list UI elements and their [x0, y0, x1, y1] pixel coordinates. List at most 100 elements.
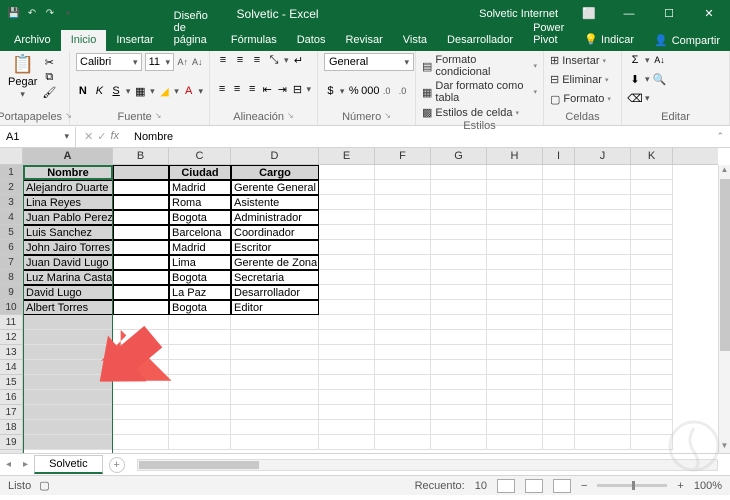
cell[interactable]: [375, 180, 431, 195]
cell[interactable]: [169, 360, 231, 375]
cell[interactable]: [543, 165, 575, 180]
row-header[interactable]: 2: [0, 180, 22, 195]
cell[interactable]: [231, 435, 319, 450]
redo-icon[interactable]: ↷: [42, 6, 58, 22]
cell[interactable]: Alejandro Duarte: [23, 180, 113, 195]
cell[interactable]: [375, 435, 431, 450]
cell[interactable]: [543, 225, 575, 240]
cell[interactable]: Nombre: [23, 165, 113, 180]
horizontal-scrollbar[interactable]: [137, 459, 718, 471]
cell[interactable]: [113, 180, 169, 195]
cell[interactable]: [631, 435, 673, 450]
cell[interactable]: [631, 285, 673, 300]
cell[interactable]: [431, 360, 487, 375]
column-header[interactable]: K: [631, 148, 673, 164]
underline-button[interactable]: S: [109, 84, 123, 98]
row-header[interactable]: 12: [0, 330, 22, 345]
cell[interactable]: [169, 345, 231, 360]
cell[interactable]: [113, 330, 169, 345]
cell[interactable]: [631, 375, 673, 390]
cell[interactable]: [431, 345, 487, 360]
bold-button[interactable]: N: [76, 84, 90, 98]
cell[interactable]: [319, 255, 375, 270]
copy-icon[interactable]: ⧉: [42, 70, 56, 84]
tab-archivo[interactable]: Archivo: [4, 30, 61, 51]
row-header[interactable]: 14: [0, 360, 22, 375]
cell[interactable]: [631, 195, 673, 210]
cell[interactable]: [231, 345, 319, 360]
cell[interactable]: [113, 240, 169, 255]
cell[interactable]: [543, 315, 575, 330]
cell[interactable]: [231, 390, 319, 405]
cell[interactable]: [231, 360, 319, 375]
cell[interactable]: [375, 405, 431, 420]
macro-record-icon[interactable]: ▢: [39, 479, 49, 492]
cell[interactable]: [113, 345, 169, 360]
vertical-scrollbar[interactable]: ▲ ▼: [718, 165, 730, 453]
cell[interactable]: [543, 210, 575, 225]
normal-view-icon[interactable]: [497, 479, 515, 493]
cell[interactable]: [375, 420, 431, 435]
cell[interactable]: [23, 435, 113, 450]
cell[interactable]: Cargo: [231, 165, 319, 180]
cell[interactable]: [543, 390, 575, 405]
column-header[interactable]: F: [375, 148, 431, 164]
cell[interactable]: [631, 330, 673, 345]
cell[interactable]: [23, 330, 113, 345]
cell[interactable]: [631, 180, 673, 195]
cell[interactable]: [319, 360, 375, 375]
cell[interactable]: [431, 195, 487, 210]
cell[interactable]: [631, 255, 673, 270]
cell[interactable]: [631, 300, 673, 315]
shrink-font-icon[interactable]: A↓: [191, 55, 203, 69]
cell[interactable]: [543, 375, 575, 390]
cell[interactable]: [113, 300, 169, 315]
cell[interactable]: David Lugo: [23, 285, 113, 300]
cell[interactable]: [23, 345, 113, 360]
cell[interactable]: Barcelona: [169, 225, 231, 240]
row-header[interactable]: 7: [0, 255, 22, 270]
align-middle-icon[interactable]: ≡: [233, 53, 247, 67]
conditional-format-button[interactable]: ▤Formato condicional▾: [422, 53, 537, 79]
cell[interactable]: Bogota: [169, 210, 231, 225]
cell[interactable]: [23, 360, 113, 375]
cell[interactable]: [543, 270, 575, 285]
tab-inicio[interactable]: Inicio: [61, 30, 107, 51]
cell[interactable]: Madrid: [169, 180, 231, 195]
cell[interactable]: [319, 390, 375, 405]
cell[interactable]: [543, 240, 575, 255]
sort-filter-icon[interactable]: A↓: [653, 53, 667, 67]
cell[interactable]: [319, 300, 375, 315]
cell[interactable]: [113, 375, 169, 390]
cell[interactable]: [575, 255, 631, 270]
cell[interactable]: [575, 285, 631, 300]
cell[interactable]: [113, 420, 169, 435]
row-header[interactable]: 9: [0, 285, 22, 300]
format-cells-button[interactable]: ▢Formato▾: [550, 92, 615, 107]
cell[interactable]: [543, 405, 575, 420]
formula-input[interactable]: Nombre: [130, 131, 710, 143]
tell-me[interactable]: 💡Indicar: [574, 29, 644, 51]
collapse-ribbon-icon[interactable]: ⌃: [710, 131, 730, 142]
zoom-in-icon[interactable]: +: [677, 480, 683, 492]
indent-right-icon[interactable]: ⇥: [276, 82, 288, 96]
row-header[interactable]: 13: [0, 345, 22, 360]
cell[interactable]: Coordinador: [231, 225, 319, 240]
row-header[interactable]: 5: [0, 225, 22, 240]
cell[interactable]: [487, 345, 543, 360]
cell[interactable]: Administrador: [231, 210, 319, 225]
dialog-launcher-icon[interactable]: ↘: [384, 111, 391, 123]
cell[interactable]: [431, 165, 487, 180]
cell[interactable]: Lina Reyes: [23, 195, 113, 210]
cell[interactable]: [487, 195, 543, 210]
cell[interactable]: [487, 315, 543, 330]
cell[interactable]: [431, 180, 487, 195]
cell[interactable]: [231, 405, 319, 420]
cell[interactable]: [169, 390, 231, 405]
fill-color-icon[interactable]: ◢: [158, 84, 172, 98]
cell[interactable]: [543, 285, 575, 300]
cell[interactable]: [487, 300, 543, 315]
cell[interactable]: Desarrollador: [231, 285, 319, 300]
row-header[interactable]: 18: [0, 420, 22, 435]
cell[interactable]: [575, 315, 631, 330]
